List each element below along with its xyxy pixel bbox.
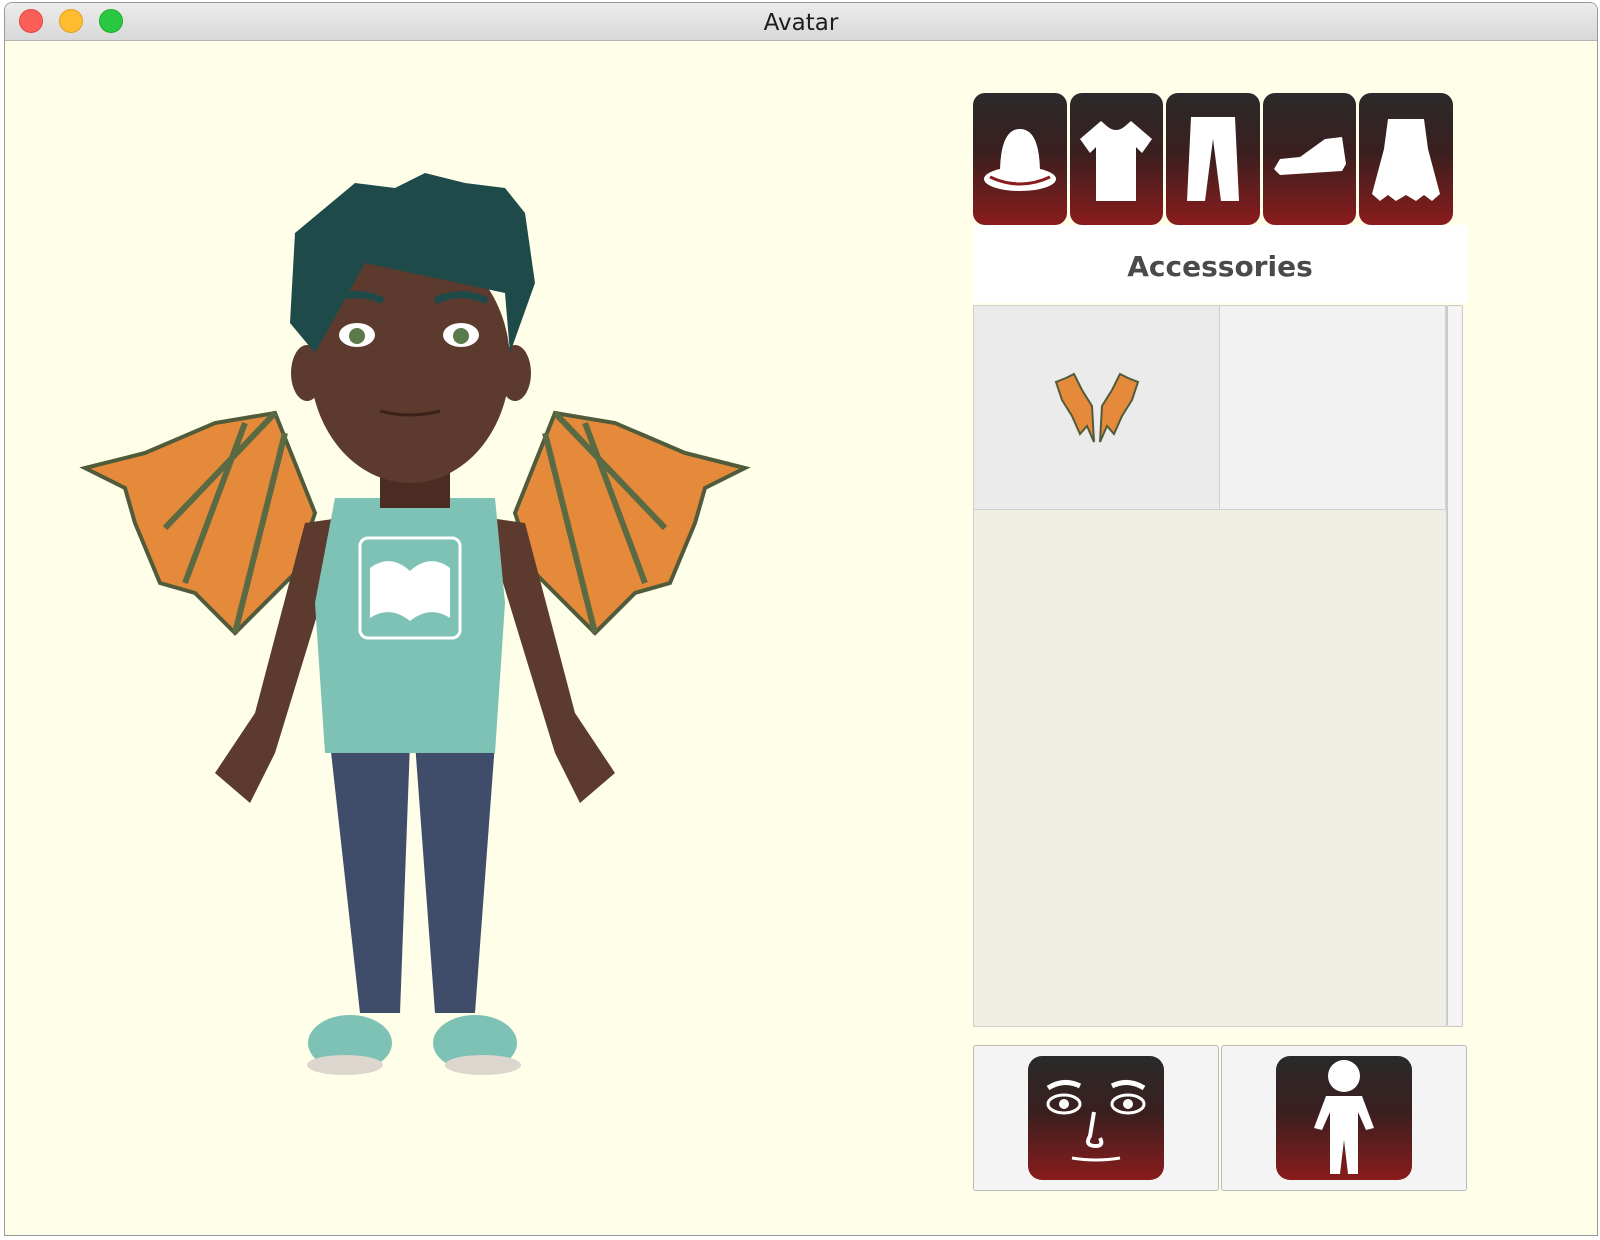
avatar-preview <box>79 173 751 1075</box>
items-scrollbar[interactable] <box>1447 305 1463 1027</box>
tank-top <box>315 498 505 753</box>
category-tabs <box>973 93 1453 225</box>
tab-hat[interactable] <box>973 93 1067 225</box>
customization-panel: Accessories <box>973 93 1467 1193</box>
wings-icon <box>1372 119 1441 201</box>
body-button[interactable] <box>1221 1045 1467 1191</box>
avatar-window: Avatar Accessories <box>4 2 1598 1236</box>
tab-shoes[interactable] <box>1262 93 1357 225</box>
tab-shirt[interactable] <box>1069 93 1164 225</box>
pants-icon <box>1186 117 1239 201</box>
wings-icon <box>1054 372 1140 443</box>
category-label: Accessories <box>1127 250 1313 283</box>
face-icon <box>1046 1080 1146 1162</box>
tab-pants[interactable] <box>1166 93 1260 225</box>
items-grid <box>973 305 1447 1027</box>
right-leg <box>415 743 495 1013</box>
tab-accessories[interactable] <box>1359 93 1453 225</box>
shoe-icon <box>1273 137 1346 175</box>
title-bar: Avatar <box>5 3 1597 41</box>
item-dragon-wings[interactable] <box>974 306 1220 510</box>
face-button[interactable] <box>973 1045 1219 1191</box>
hat-icon <box>983 129 1056 191</box>
left-leg <box>330 743 410 1013</box>
category-label-bar: Accessories <box>973 225 1467 303</box>
person-icon <box>1314 1060 1374 1174</box>
window-title: Avatar <box>763 10 839 36</box>
item-empty-slot[interactable] <box>1220 306 1446 510</box>
shirt-icon <box>1080 121 1153 201</box>
